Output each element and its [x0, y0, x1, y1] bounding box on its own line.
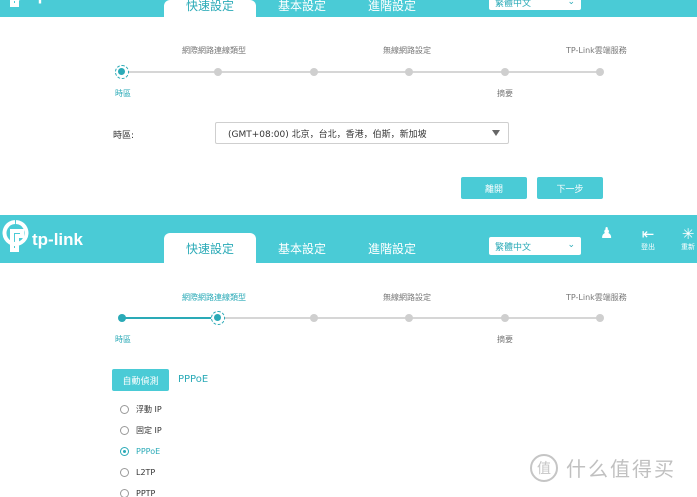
step-node-wireless	[405, 68, 413, 76]
logout-button[interactable]: 登出	[641, 0, 655, 2]
language-select[interactable]: 繁體中文 ⌄	[489, 0, 581, 10]
option-pppoe[interactable]: PPPoE	[120, 447, 160, 456]
exit-button[interactable]: 離開	[461, 177, 527, 199]
caret-down-icon	[492, 130, 500, 136]
step-node-wireless	[405, 314, 413, 322]
step-label-timezone: 時區	[115, 335, 131, 344]
reboot-button[interactable]: ✳ 重新	[681, 226, 695, 252]
tab-quick-setup[interactable]: 快速設定	[164, 233, 256, 263]
connection-type-screen: tp-link 快速設定 基本設定 進階設定 繁體中文 ⌄ ♟ ⇤ 登出 ✳ 重…	[0, 215, 697, 497]
radio-button-selected[interactable]	[120, 447, 129, 456]
tp-link-logo: tp-link	[2, 0, 83, 12]
radio-button[interactable]	[120, 426, 129, 435]
tab-advanced[interactable]: 進階設定	[346, 0, 438, 17]
logout-icon: ⇤	[641, 225, 655, 243]
step-label-wireless: 無線網路設定	[383, 293, 431, 302]
step-label-summary: 摘要	[497, 335, 513, 344]
step-label-connection: 網際網路連線類型	[182, 46, 246, 55]
tp-link-logo-icon	[2, 220, 29, 252]
step-node-timezone	[118, 314, 126, 322]
tab-basic[interactable]: 基本設定	[256, 233, 348, 263]
timezone-label: 時區:	[113, 131, 135, 141]
logout-button[interactable]: ⇤ 登出	[641, 226, 655, 252]
step-label-timezone: 時區	[115, 89, 131, 98]
step-node-connection	[214, 68, 222, 76]
progress-track	[122, 71, 600, 73]
top-nav-bar: tp-link 快速設定 基本設定 進階設定 繁體中文 ⌄ ♟ ⇤ 登出 ✳ 重…	[0, 215, 697, 263]
timezone-screen: tp-link 快速設定 基本設定 進階設定 繁體中文 ⌄ 登出 網際網路連線類…	[0, 0, 697, 215]
step-label-wireless: 無線網路設定	[383, 46, 431, 55]
step-label-connection: 網際網路連線類型	[182, 293, 246, 302]
option-pptp[interactable]: PPTP	[120, 489, 155, 497]
step-node-connection	[211, 311, 225, 325]
notification-button[interactable]: ♟	[600, 225, 613, 241]
chevron-down-icon: ⌄	[567, 0, 575, 7]
tab-advanced[interactable]: 進階設定	[346, 233, 438, 263]
logout-label: 登出	[641, 0, 655, 1]
tp-link-logo-icon	[10, 0, 20, 7]
radio-button[interactable]	[120, 405, 129, 414]
step-label-cloud: TP-Link雲端服務	[566, 293, 627, 302]
reboot-icon: ✳	[681, 225, 695, 243]
watermark-badge: 值	[530, 453, 558, 482]
step-node-timezone	[115, 65, 129, 79]
step-node-cloud	[596, 314, 604, 322]
tab-quick-setup[interactable]: 快速設定	[164, 0, 256, 17]
next-button[interactable]: 下一步	[537, 177, 603, 199]
watermark: 值 什么值得买	[530, 453, 676, 482]
detected-type: PPPoE	[178, 374, 209, 385]
option-l2tp[interactable]: L2TP	[120, 468, 155, 477]
watermark-text: 什么值得买	[566, 457, 676, 481]
logout-label: 登出	[641, 243, 655, 251]
timezone-select[interactable]: (GMT+08:00) 北京，台北，香港，伯斯，新加坡	[215, 122, 509, 144]
step-label-summary: 摘要	[497, 89, 513, 98]
chevron-down-icon: ⌄	[567, 240, 575, 250]
tp-link-logo: tp-link	[2, 219, 83, 257]
radio-button[interactable]	[120, 468, 129, 477]
progress-fill	[122, 317, 218, 319]
step-label-cloud: TP-Link雲端服務	[566, 46, 627, 55]
tab-basic[interactable]: 基本設定	[256, 0, 348, 17]
step-node-cloud	[596, 68, 604, 76]
auto-detect-button[interactable]: 自動偵測	[112, 369, 169, 391]
option-dynamic-ip[interactable]: 浮動 IP	[120, 404, 162, 415]
radio-button[interactable]	[120, 489, 129, 497]
top-nav-bar: tp-link 快速設定 基本設定 進階設定 繁體中文 ⌄ 登出	[0, 0, 697, 17]
reboot-label: 重新	[681, 243, 695, 251]
step-node-2	[310, 314, 318, 322]
step-node-summary	[501, 68, 509, 76]
language-select[interactable]: 繁體中文 ⌄	[489, 237, 581, 255]
step-node-2	[310, 68, 318, 76]
option-static-ip[interactable]: 固定 IP	[120, 425, 162, 436]
bell-icon: ♟	[600, 224, 614, 242]
step-node-summary	[501, 314, 509, 322]
